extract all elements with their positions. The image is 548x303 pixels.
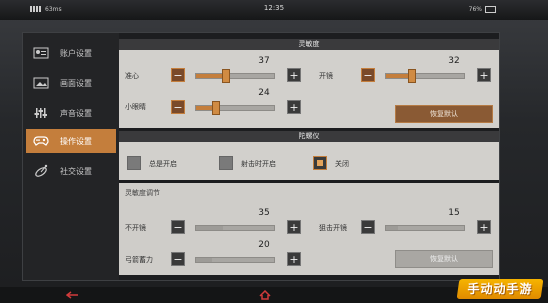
section-header-gyroscope: 陀螺仪 [119,131,499,142]
section-header-sensitivity: 灵敏度 [119,39,499,50]
satellite-icon [30,163,52,179]
scope-plus-button[interactable]: + [477,68,491,82]
battery-percent: 76% [468,5,482,13]
settings-screen: 账户设置 画面设置 声音设置 操作设置 社交设置 灵敏度 准心 − 37 + 开… [22,32,500,281]
crosshair-slider[interactable] [195,69,275,83]
small-eye-value: 24 [258,88,270,98]
home-icon[interactable] [258,290,272,300]
small-eye-slider[interactable] [195,101,275,115]
gyro-always-label: 总是开启 [149,160,177,168]
slider-fill [386,226,398,230]
sidebar-item-label: 画面设置 [60,78,92,88]
clock: 12:35 [263,4,285,12]
no-scope-plus-button[interactable]: + [287,220,301,234]
gyro-sensitivity-panel: 灵敏度调节 不开镜 − 35 + 狙击开镜 − 15 + 弓箭蓄力 − 20 +… [119,183,499,275]
slider-fill [196,226,223,230]
gyro-sensitivity-title: 灵敏度调节 [125,189,160,197]
sidebar-item-label: 声音设置 [60,108,92,118]
no-scope-slider[interactable] [195,225,275,231]
bow-charge-plus-button[interactable]: + [287,252,301,266]
sidebar-item-sound[interactable]: 声音设置 [26,101,116,125]
reset-sensitivity-button[interactable]: 恢复默认 [395,105,493,123]
bow-charge-label: 弓箭蓄力 [125,256,153,264]
small-eye-minus-button[interactable]: − [171,100,185,114]
slider-thumb[interactable] [408,69,416,83]
no-scope-minus-button[interactable]: − [171,220,185,234]
small-eye-label: 小眼睛 [125,103,146,111]
slider-fill [196,74,225,78]
gyro-always-checkbox[interactable] [127,156,141,170]
image-icon [30,75,52,91]
crosshair-plus-button[interactable]: + [287,68,301,82]
sidebar-item-label: 社交设置 [60,166,92,176]
gamepad-gear-icon [30,133,52,149]
crosshair-label: 准心 [125,72,139,80]
no-scope-value: 35 [258,208,270,218]
bow-charge-minus-button[interactable]: − [171,252,185,266]
sidebar-item-social[interactable]: 社交设置 [26,159,116,183]
gyro-off-checkbox[interactable] [313,156,327,170]
small-eye-plus-button[interactable]: + [287,100,301,114]
bow-charge-slider[interactable] [195,257,275,263]
bow-charge-value: 20 [258,240,270,250]
back-icon[interactable] [66,290,80,300]
device-frame: 63ms 12:35 76% 账户设置 画面设置 声音设置 操作设置 社交设置 … [0,0,548,303]
status-right: 76% [469,2,496,16]
sniper-scope-minus-button[interactable]: − [361,220,375,234]
slider-thumb[interactable] [212,101,220,115]
status-bar: 63ms 12:35 76% [0,0,548,20]
sniper-scope-label: 狙击开镜 [319,224,347,232]
settings-content: 灵敏度 准心 − 37 + 开镜 − 32 + 小眼睛 − 24 + 恢复默认 … [119,33,499,280]
settings-sidebar: 账户设置 画面设置 声音设置 操作设置 社交设置 [23,33,119,280]
watermark-logo: 手动动手游 [456,279,544,299]
no-scope-label: 不开镜 [125,224,146,232]
sidebar-item-display[interactable]: 画面设置 [26,71,116,95]
sidebar-item-label: 操作设置 [60,136,92,146]
slider-fill [196,258,212,262]
gyro-shooting-label: 射击时开启 [241,160,276,168]
sidebar-item-controls[interactable]: 操作设置 [26,129,116,153]
sniper-scope-plus-button[interactable]: + [477,220,491,234]
gyro-off-label: 关闭 [335,160,349,168]
user-card-icon [30,45,52,61]
battery-icon [485,5,496,13]
scope-slider[interactable] [385,69,465,83]
scope-minus-button[interactable]: − [361,68,375,82]
crosshair-value: 37 [258,56,270,66]
sensitivity-panel: 准心 − 37 + 开镜 − 32 + 小眼睛 − 24 + 恢复默认 [119,50,499,128]
sniper-scope-value: 15 [448,208,460,218]
sniper-scope-slider[interactable] [385,225,465,231]
gyro-shooting-checkbox[interactable] [219,156,233,170]
reset-gyro-sensitivity-button[interactable]: 恢复默认 [395,250,493,268]
scope-label: 开镜 [319,72,333,80]
sidebar-item-account[interactable]: 账户设置 [26,41,116,65]
gyroscope-panel: 总是开启 射击时开启 关闭 [119,142,499,180]
crosshair-minus-button[interactable]: − [171,68,185,82]
sidebar-item-label: 账户设置 [60,48,92,58]
slider-thumb[interactable] [222,69,230,83]
equalizer-icon [30,105,52,121]
scope-value: 32 [448,56,460,66]
